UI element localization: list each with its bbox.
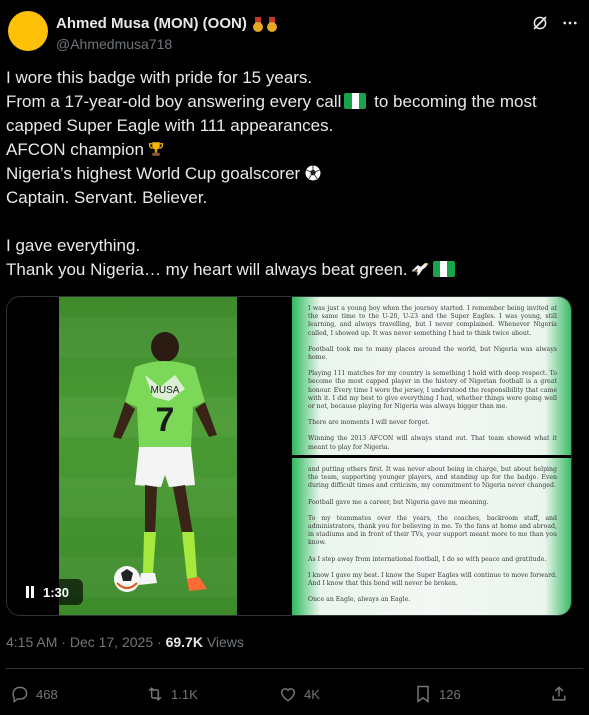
soccer-ball-icon: [305, 165, 321, 181]
medal-icon: [252, 16, 263, 32]
letter-paragraph: I was just a young boy when the journey …: [308, 305, 557, 337]
letter-text: I was just a young boy when the journey …: [308, 305, 557, 455]
letter-paragraph: As I step away from international footba…: [308, 555, 547, 563]
letter-image-bottom[interactable]: and putting others first. It was never a…: [292, 458, 571, 615]
reply-button[interactable]: 468: [10, 682, 58, 706]
tweet-line: I gave everything.: [6, 236, 141, 255]
reply-count: 468: [36, 686, 58, 702]
tweet-text: I wore this badge with pride for 15 year…: [6, 66, 581, 282]
eagle-icon: [411, 262, 429, 276]
author-name-row[interactable]: Ahmed Musa (MON) (OON): [56, 15, 277, 32]
video-duration: 1:30: [43, 584, 70, 600]
jersey-name: MUSA: [151, 385, 180, 396]
like-count: 4K: [304, 686, 320, 702]
pause-icon[interactable]: [25, 586, 35, 598]
repost-icon: [148, 687, 162, 701]
like-button[interactable]: 4K: [278, 682, 320, 706]
letter-text: and putting others first. It was never a…: [308, 466, 557, 612]
video-player[interactable]: MUSA 7 1:30: [7, 297, 290, 615]
tweet-line: Thank you Nigeria… my heart will always …: [6, 258, 581, 282]
bookmark-count: 126: [439, 686, 461, 702]
letter-paragraph: Once an Eagle, always an Eagle.: [308, 596, 411, 604]
bookmark-button[interactable]: 126: [413, 682, 461, 706]
grok-icon[interactable]: [531, 14, 549, 32]
meta-separator: ·: [61, 634, 66, 650]
nigeria-flag-icon: [432, 261, 455, 277]
video-controls[interactable]: 1:30: [15, 579, 83, 605]
nigeria-flag-icon: [344, 93, 367, 109]
player-figure: MUSA 7: [113, 332, 217, 592]
repost-count: 1.1K: [171, 686, 198, 702]
meta-separator: ·: [157, 634, 162, 650]
action-bar: 468 1.1K 4K 126: [0, 682, 589, 708]
tweet-line: I wore this badge with pride for 15 year…: [6, 68, 313, 87]
tweet-line: capped Super Eagle with 111 appearances.: [6, 116, 334, 135]
tweet-date[interactable]: Dec 17, 2025: [70, 634, 153, 650]
video-frame: MUSA 7: [59, 297, 237, 615]
letter-image-top[interactable]: I was just a young boy when the journey …: [292, 297, 571, 455]
author-display-name[interactable]: Ahmed Musa (MON) (OON): [56, 15, 247, 32]
views-count: 69.7K: [165, 634, 203, 650]
letter-paragraph: and putting others first. It was never a…: [308, 466, 557, 490]
media-container[interactable]: MUSA 7 1:30 I was just a young boy when …: [6, 296, 572, 616]
tweet-line: Captain. Servant. Believer.: [6, 188, 208, 207]
avatar[interactable]: [8, 11, 48, 51]
repost-button[interactable]: 1.1K: [145, 682, 198, 706]
letter-paragraph: Football took me to many places around t…: [308, 345, 557, 362]
more-icon[interactable]: [561, 14, 579, 32]
tweet-time[interactable]: 4:15 AM: [6, 634, 57, 650]
reply-icon: [12, 686, 28, 703]
tweet-line: Nigeria’s highest World Cup goalscorer: [6, 162, 581, 186]
heart-icon: [280, 688, 296, 702]
bookmark-icon: [417, 685, 429, 703]
tweet-meta: 4:15 AM · Dec 17, 2025 · 69.7K Views: [6, 634, 244, 650]
tweet-line: AFCON champion: [6, 138, 581, 162]
author-handle[interactable]: @Ahmedmusa718: [56, 36, 172, 52]
tweet-header: Ahmed Musa (MON) (OON) @Ahmedmusa718: [8, 10, 581, 54]
letter-paragraph: There are moments I will never forget.: [308, 419, 430, 427]
medal-icon: [266, 16, 277, 32]
trophy-icon: [148, 142, 163, 156]
divider: [6, 668, 583, 669]
share-icon: [552, 686, 566, 701]
letter-paragraph: To my teammates over the years, the coac…: [308, 514, 557, 547]
jersey-number: 7: [156, 401, 175, 439]
letter-paragraph: Football gave me a career, but Nigeria g…: [308, 498, 489, 506]
views-label: Views: [206, 634, 244, 650]
letter-paragraph: I know I gave my best. I know the Super …: [308, 571, 557, 588]
tweet-line: From a 17-year-old boy answering every c…: [6, 92, 537, 111]
letter-paragraph: Playing 111 matches for my country is so…: [308, 370, 557, 411]
letter-paragraph: Winning the 2013 AFCON will always stand…: [308, 435, 557, 451]
share-button[interactable]: [549, 682, 569, 706]
